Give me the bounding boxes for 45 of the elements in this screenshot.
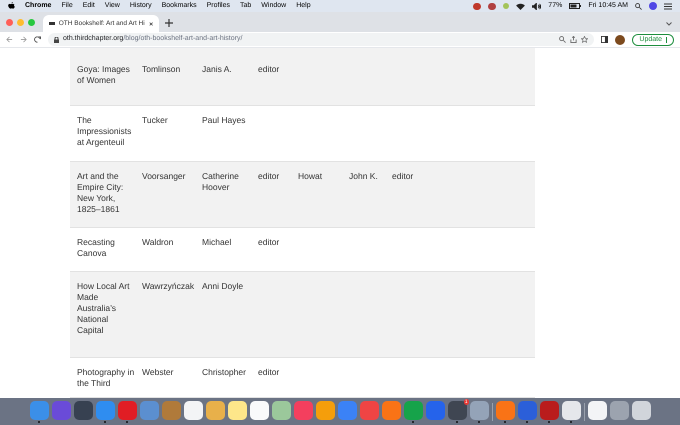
battery-icon[interactable] (569, 3, 582, 9)
table-cell-text: Voorsanger (142, 171, 186, 182)
table-cell-text: editor (258, 237, 280, 248)
maximize-window-button[interactable] (28, 18, 35, 26)
share-icon[interactable] (570, 36, 578, 43)
table-cell-text: Tucker (142, 115, 169, 126)
table-cell-text: The Impressionists at Argenteuil (77, 115, 132, 148)
table-cell-text: Art and the Empire City: New York, 1825–1861 (77, 171, 124, 215)
table-cell-text: How Local Art Made Australia’s National Capital (77, 281, 130, 336)
close-window-button[interactable] (6, 18, 13, 26)
wifi-icon[interactable] (516, 2, 526, 10)
table-cell-text: editor (258, 171, 280, 182)
table-cell-text: editor (258, 64, 280, 75)
lock-icon (54, 36, 59, 42)
table-cell-text: Recasting Canova (77, 237, 116, 259)
table-cell-text: editor (258, 367, 280, 378)
close-icon[interactable] (148, 20, 153, 26)
table-cell-text: Michael (202, 237, 232, 248)
site-favicon (49, 22, 55, 25)
search-icon[interactable] (635, 2, 642, 10)
new-tab-icon[interactable] (165, 19, 173, 27)
table-cell-text: Janis A. (202, 64, 233, 75)
table-cell-text: Christopher (202, 367, 247, 378)
back-icon[interactable] (6, 36, 13, 43)
table-cell-text: Goya: Images of Women (77, 64, 131, 86)
table-cell-text: Howat (298, 171, 324, 182)
table-cell-text: Tomlinson (142, 64, 182, 75)
forward-icon[interactable] (20, 36, 27, 43)
zoom-icon[interactable] (559, 36, 566, 43)
table-cell-text: Photography in the Third (77, 367, 136, 389)
star-icon[interactable] (581, 36, 588, 43)
table-cell-text: Anni Doyle (202, 281, 244, 292)
reload-icon[interactable] (34, 36, 41, 43)
apple-icon[interactable] (8, 2, 15, 10)
table-cell-text: Wawrzyńczak (142, 281, 196, 292)
table-cell-text: editor (392, 171, 414, 182)
side-panel-icon[interactable] (601, 36, 608, 43)
chevron-icon[interactable] (666, 22, 672, 26)
table-cell-text: Waldron (142, 237, 174, 248)
profile-avatar[interactable] (615, 34, 626, 44)
table-cell-text: Webster (142, 367, 174, 378)
table-cell-text: Catherine Hoover (202, 171, 240, 193)
table-cell-text: Paul Hayes (202, 115, 246, 126)
table-cell-text: John K. (349, 171, 379, 182)
volume-icon[interactable] (532, 2, 542, 10)
